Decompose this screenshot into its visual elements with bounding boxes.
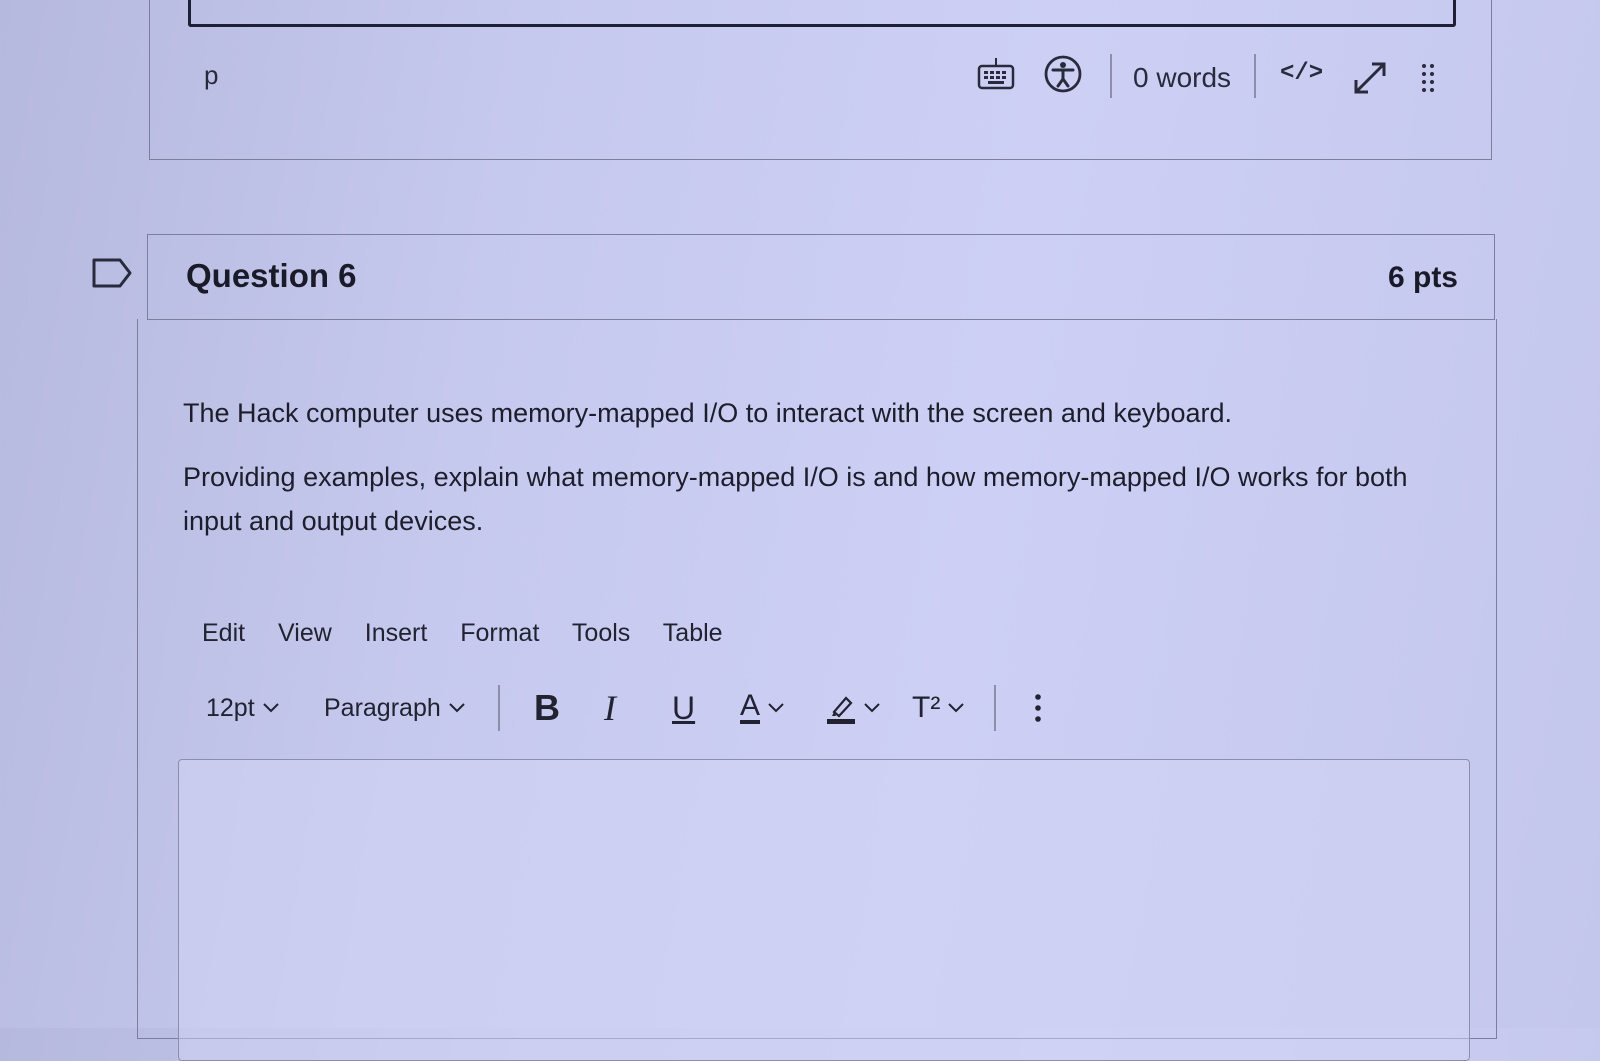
element-path[interactable]: p [204,60,218,91]
menu-view[interactable]: View [278,619,332,647]
chevron-down-icon [449,703,465,713]
chevron-down-icon [262,703,279,713]
superscript-glyph: T² [912,691,941,724]
font-size-value: 12pt [206,693,255,722]
menu-format[interactable]: Format [460,619,539,647]
question-text: The Hack computer uses memory-mapped I/O… [183,398,1232,428]
highlighter-icon [827,696,855,724]
question-points: 6 pts [1387,261,1458,294]
underline-button[interactable]: U [672,683,695,733]
chevron-down-icon [864,703,880,713]
html-editor-icon[interactable]: </> [1280,60,1323,87]
word-count[interactable]: 0 words [1133,62,1231,94]
menu-table[interactable]: Table [663,619,723,647]
toolbar-divider [498,685,500,731]
editor-status-bar: p 0 words </> [150,48,1491,104]
menu-tools[interactable]: Tools [572,619,630,647]
bold-button[interactable]: B [534,683,560,733]
menu-insert[interactable]: Insert [365,619,428,647]
question-text: Providing examples, explain what memory-… [183,462,1408,536]
question-title: Question 6 [186,257,357,294]
highlight-color-button[interactable] [826,683,880,733]
question-header: Question 6 6 pts [147,234,1495,320]
previous-editor-area[interactable] [188,0,1456,27]
editor-toolbar: 12pt Paragraph B I U A T² [206,683,1106,733]
superscript-button[interactable]: T² [912,683,965,733]
accessibility-checker-icon[interactable] [1043,54,1083,99]
fullscreen-icon[interactable] [1350,58,1390,103]
more-vertical-icon [1035,694,1041,722]
chevron-down-icon [948,703,965,713]
block-format-select[interactable]: Paragraph [324,683,465,733]
keyboard-shortcuts-icon[interactable] [976,56,1016,97]
resize-handle-icon[interactable] [1420,62,1436,99]
status-divider [1110,54,1112,98]
flag-question-icon[interactable] [92,258,132,293]
text-color-button[interactable]: A [740,683,784,733]
chevron-down-icon [768,703,784,713]
editor-menubar: Edit View Insert Format Tools Table [202,619,749,648]
font-size-select[interactable]: 12pt [206,683,279,733]
block-format-value: Paragraph [324,693,441,722]
answer-editor-area[interactable] [178,759,1470,1061]
more-options-button[interactable] [1034,683,1042,733]
menu-edit[interactable]: Edit [202,619,245,647]
status-divider [1254,54,1256,98]
text-color-glyph: A [740,689,761,724]
italic-button[interactable]: I [604,683,616,733]
question-body: The Hack computer uses memory-mapped I/O… [137,319,1497,1061]
toolbar-divider [994,685,996,731]
previous-question-panel: p 0 words </> [149,0,1492,160]
